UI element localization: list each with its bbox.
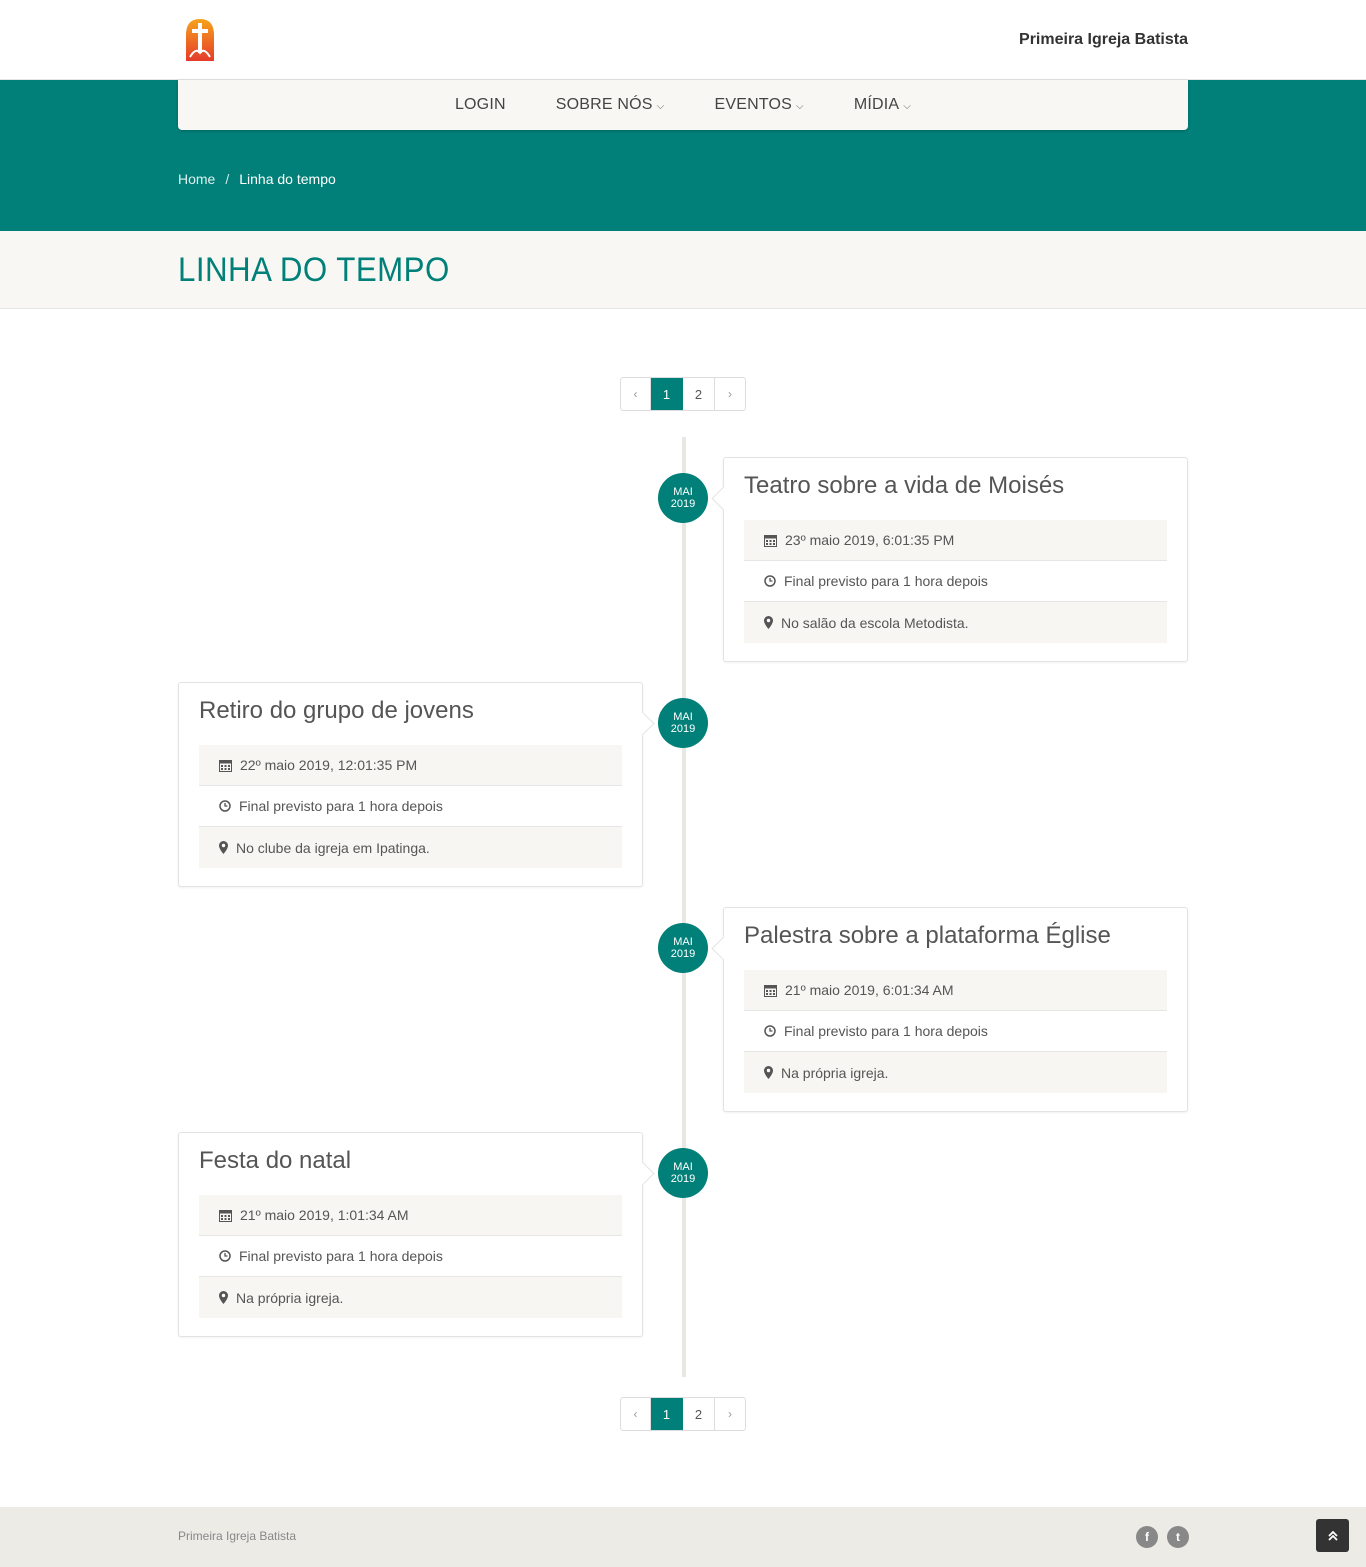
- clock-icon: [764, 1025, 776, 1037]
- twitter-icon[interactable]: t: [1167, 1526, 1189, 1548]
- event-card: Palestra sobre a plataforma Église 21º m…: [723, 907, 1188, 1112]
- double-chevron-up-icon[interactable]: [1316, 1519, 1349, 1552]
- nav-sobre-nos[interactable]: SOBRE NÓS ⌵: [531, 96, 690, 114]
- breadcrumb-current: Linha do tempo: [239, 171, 336, 187]
- footer-text: Primeira Igreja Batista: [178, 1529, 297, 1543]
- nav-login[interactable]: LOGIN: [430, 96, 531, 114]
- event-title[interactable]: Palestra sobre a plataforma Église: [744, 922, 1167, 950]
- event-duration: Final previsto para 1 hora depois: [744, 1011, 1167, 1052]
- event-card: Retiro do grupo de jovens 22º maio 2019,…: [178, 682, 643, 887]
- church-cross-logo-icon[interactable]: [182, 17, 222, 63]
- calendar-icon: [764, 534, 777, 547]
- date-badge: MAI 2019: [658, 1148, 708, 1198]
- pagination-next[interactable]: ›: [715, 1398, 745, 1430]
- chevron-down-icon: ⌵: [903, 100, 912, 112]
- event-title[interactable]: Festa do natal: [199, 1147, 622, 1175]
- clock-icon: [219, 800, 231, 812]
- breadcrumb-home[interactable]: Home: [178, 171, 215, 187]
- map-marker-icon: [764, 616, 773, 629]
- event-date: 23º maio 2019, 6:01:35 PM: [744, 520, 1167, 561]
- map-marker-icon: [219, 841, 228, 854]
- calendar-icon: [219, 759, 232, 772]
- hero-band: LOGIN SOBRE NÓS ⌵ EVENTOS ⌵ MÍDIA ⌵ Home…: [0, 80, 1366, 231]
- main-nav: LOGIN SOBRE NÓS ⌵ EVENTOS ⌵ MÍDIA ⌵: [178, 80, 1188, 130]
- pagination-page-1[interactable]: 1: [651, 1398, 683, 1430]
- clock-icon: [764, 575, 776, 587]
- event-date: 21º maio 2019, 1:01:34 AM: [199, 1195, 622, 1236]
- footer: Primeira Igreja Batista f t: [0, 1507, 1366, 1567]
- breadcrumb: Home / Linha do tempo: [178, 171, 336, 187]
- calendar-icon: [764, 984, 777, 997]
- nav-eventos[interactable]: EVENTOS ⌵: [689, 96, 828, 114]
- chevron-down-icon: ⌵: [796, 100, 804, 112]
- pagination-next[interactable]: ›: [715, 378, 745, 410]
- pagination-page-2[interactable]: 2: [683, 1398, 715, 1430]
- event-title[interactable]: Teatro sobre a vida de Moisés: [744, 472, 1167, 500]
- pagination-page-2[interactable]: 2: [683, 378, 715, 410]
- event-location: No clube da igreja em Ipatinga.: [199, 827, 622, 868]
- map-marker-icon: [764, 1066, 773, 1079]
- breadcrumb-separator: /: [225, 171, 230, 187]
- event-card: Teatro sobre a vida de Moisés 23º maio 2…: [723, 457, 1188, 662]
- event-date: 21º maio 2019, 6:01:34 AM: [744, 970, 1167, 1011]
- date-badge: MAI 2019: [658, 698, 708, 748]
- event-duration: Final previsto para 1 hora depois: [199, 1236, 622, 1277]
- event-location: Na própria igreja.: [744, 1052, 1167, 1093]
- top-header: Primeira Igreja Batista: [0, 0, 1366, 80]
- event-location: Na própria igreja.: [199, 1277, 622, 1318]
- facebook-icon[interactable]: f: [1136, 1526, 1158, 1548]
- event-card: Festa do natal 21º maio 2019, 1:01:34 AM…: [178, 1132, 643, 1337]
- event-date: 22º maio 2019, 12:01:35 PM: [199, 745, 622, 786]
- pagination-prev[interactable]: ‹: [621, 1398, 651, 1430]
- map-marker-icon: [219, 1291, 228, 1304]
- event-location: No salão da escola Metodista.: [744, 602, 1167, 643]
- title-band: LINHA DO TEMPO: [0, 231, 1366, 309]
- pagination-page-1[interactable]: 1: [651, 378, 683, 410]
- date-badge: MAI 2019: [658, 473, 708, 523]
- pagination-prev[interactable]: ‹: [621, 378, 651, 410]
- calendar-icon: [219, 1209, 232, 1222]
- date-badge: MAI 2019: [658, 923, 708, 973]
- chevron-down-icon: ⌵: [656, 100, 665, 112]
- page-title: LINHA DO TEMPO: [178, 250, 450, 289]
- event-duration: Final previsto para 1 hora depois: [744, 561, 1167, 602]
- timeline-line: [682, 437, 686, 1377]
- event-duration: Final previsto para 1 hora depois: [199, 786, 622, 827]
- site-name[interactable]: Primeira Igreja Batista: [1019, 31, 1188, 49]
- event-title[interactable]: Retiro do grupo de jovens: [199, 697, 622, 725]
- nav-midia[interactable]: MÍDIA ⌵: [829, 96, 936, 114]
- pagination-bottom: ‹ 1 2 ›: [620, 1397, 746, 1431]
- clock-icon: [219, 1250, 231, 1262]
- pagination-top: ‹ 1 2 ›: [620, 377, 746, 411]
